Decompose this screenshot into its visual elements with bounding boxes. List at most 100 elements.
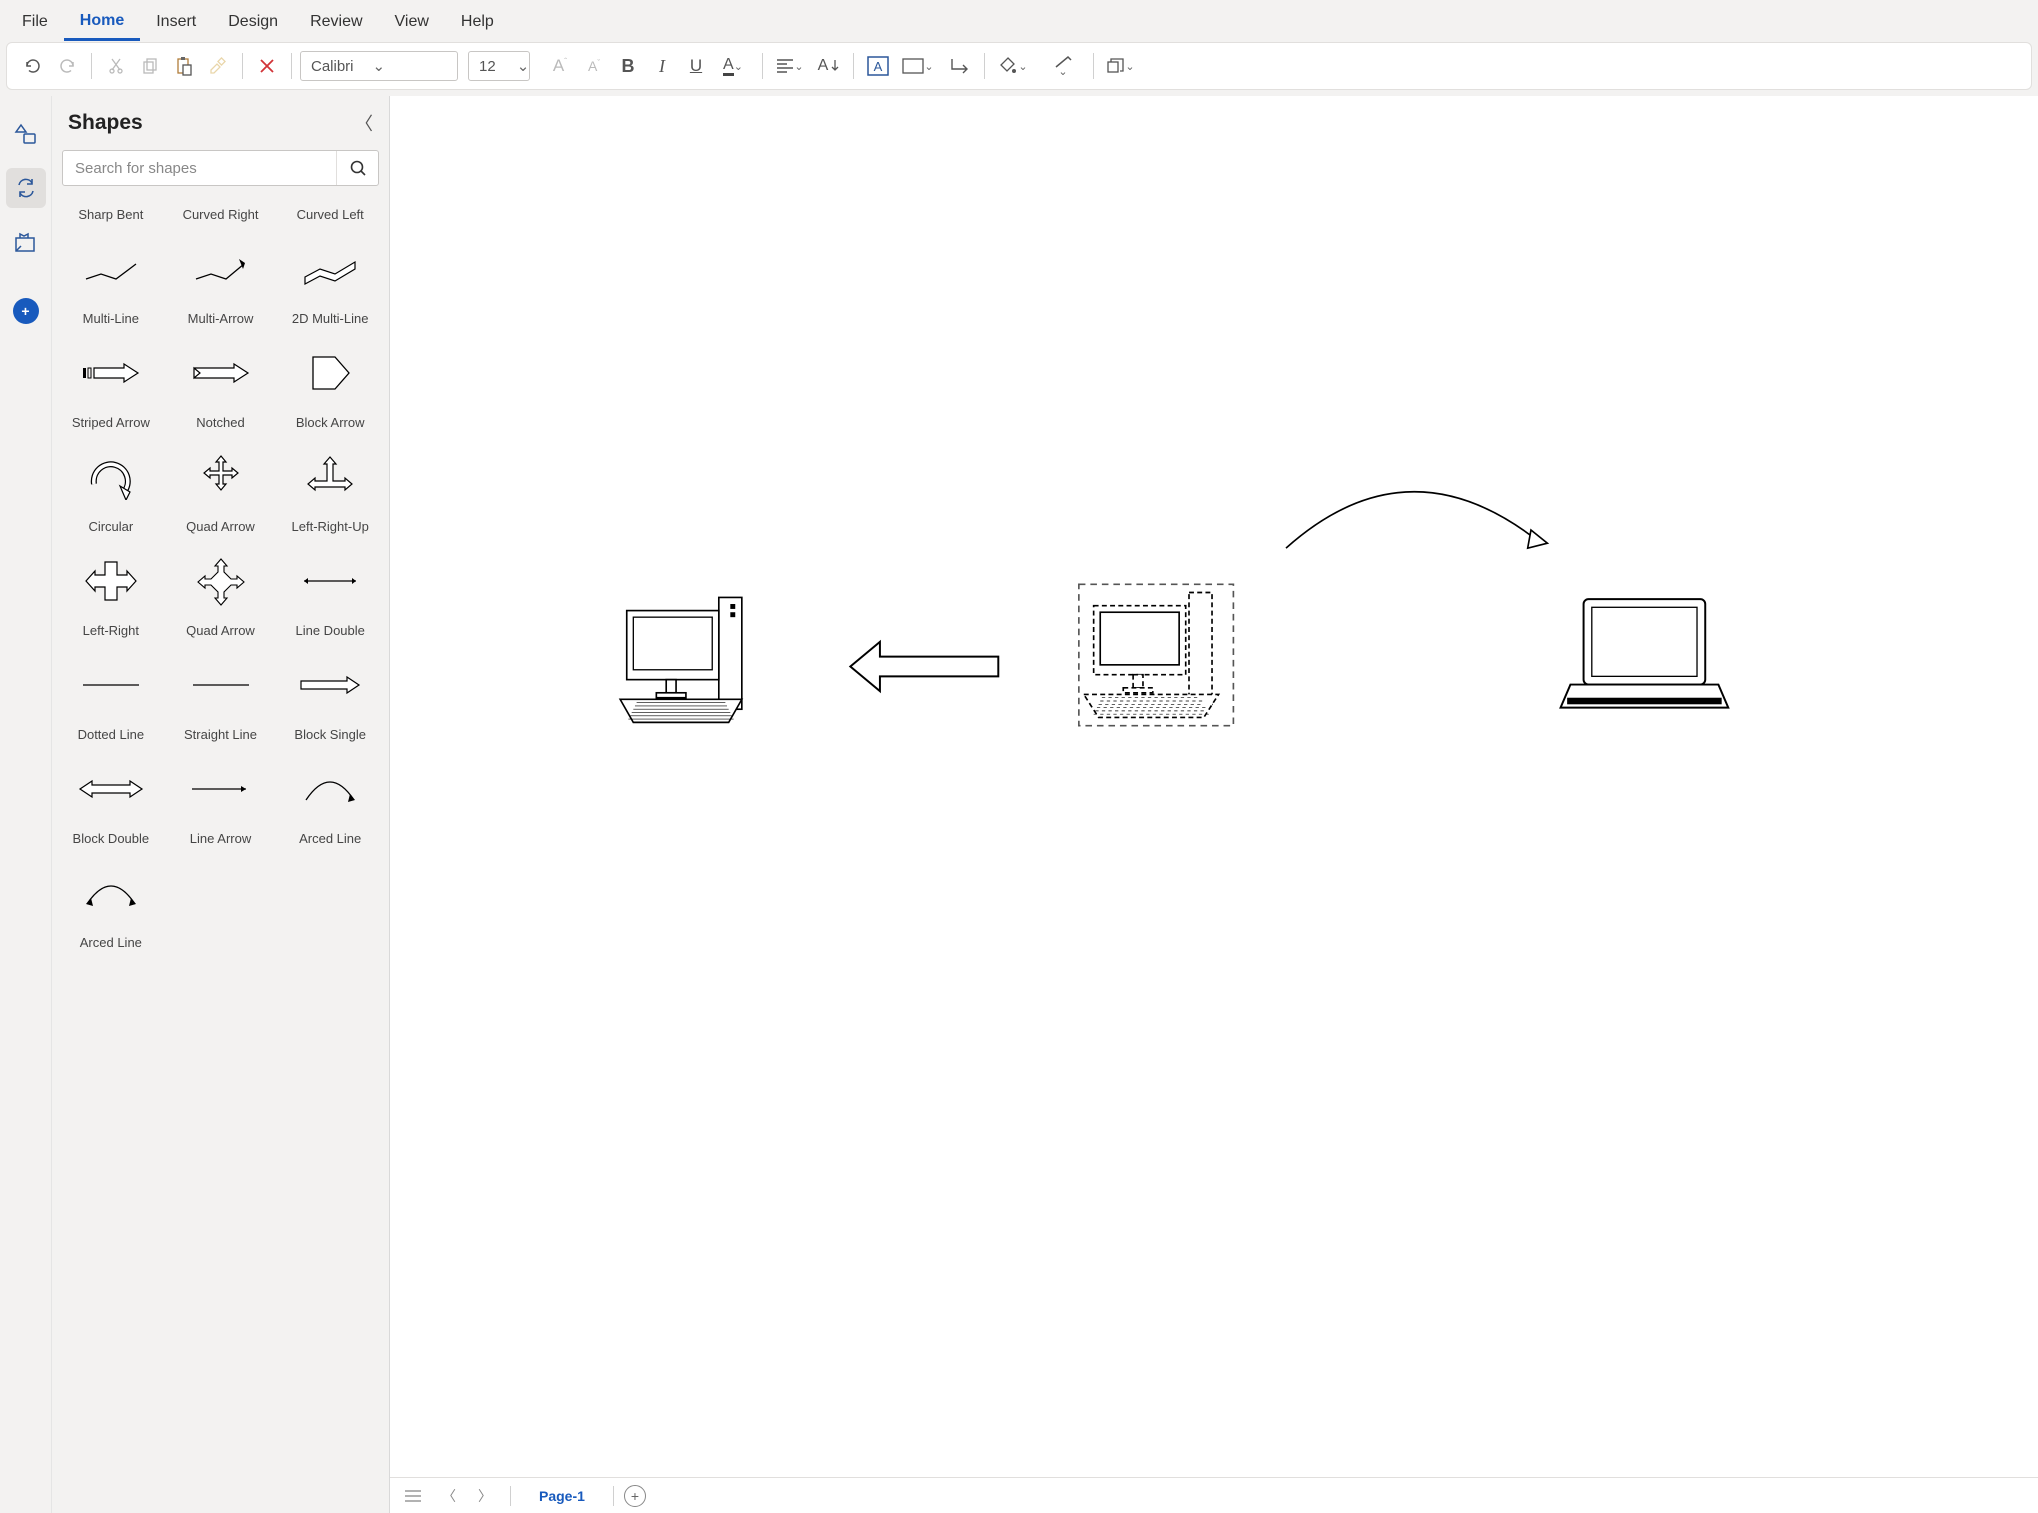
page-tab[interactable]: Page-1 [521,1488,603,1504]
chevron-down-icon: ⌄ [924,60,935,73]
shape-empty [166,850,276,954]
shape-multi-line[interactable]: Multi-Line [56,226,166,330]
separator [984,53,985,79]
canvas-shape-desktop-1[interactable] [620,597,742,722]
chevron-down-icon: ⌄ [1018,60,1029,73]
cut-button[interactable] [100,50,132,82]
svg-text:A: A [874,59,883,74]
font-size-value: 12 [469,58,506,75]
menu-home[interactable]: Home [64,2,140,41]
main-area: + Shapes 〈 Sharp Bent Curved Right Curve… [0,96,2038,1513]
shape-search [62,150,379,186]
shapes-panel: Shapes 〈 Sharp Bent Curved Right Curved … [52,96,390,1513]
shape-striped-arrow[interactable]: Striped Arrow [56,330,166,434]
canvas-area: 〈 〉 Page-1 + [390,96,2038,1513]
chevron-down-icon: ⌄ [1125,60,1136,73]
menu-view[interactable]: View [379,3,445,39]
next-page-button[interactable]: 〉 [470,1481,500,1511]
shape-straight-line[interactable]: Straight Line [166,642,276,746]
shape-sharp-bent[interactable]: Sharp Bent [56,202,166,226]
canvas-shape-arrow[interactable] [850,642,998,691]
format-painter-button[interactable] [202,50,234,82]
text-block-button[interactable]: A [862,50,894,82]
font-size-select[interactable]: 12 ⌄ [468,51,530,81]
chevron-down-icon: ⌄ [734,60,745,73]
copy-button[interactable] [134,50,166,82]
separator [510,1486,511,1506]
canvas-shape-laptop[interactable] [1561,599,1729,708]
shape-line-arrow[interactable]: Line Arrow [166,746,276,850]
drawing-canvas[interactable] [390,96,2038,1477]
menu-review[interactable]: Review [294,3,378,39]
shape-fill-button[interactable]: ⌄ [993,50,1035,82]
shape-curved-left[interactable]: Curved Left [275,202,385,226]
align-button[interactable]: ⌄ [771,50,811,82]
shape-left-right-up[interactable]: Left-Right-Up [275,434,385,538]
menu-file[interactable]: File [6,3,64,39]
bold-button[interactable]: B [612,50,644,82]
separator [762,53,763,79]
page-bar: 〈 〉 Page-1 + [390,1477,2038,1513]
shape-line-double[interactable]: Line Double [275,538,385,642]
chevron-down-icon: ⌄ [794,60,805,73]
arrange-button[interactable]: ⌄ [1102,50,1142,82]
shape-dotted-line[interactable]: Dotted Line [56,642,166,746]
shapes-panel-title: Shapes [68,111,143,135]
ribbon: Calibri ⌄ 12 ⌄ Aˆ Aˇ B I U A ⌄ ⌄ A A ⌄ [6,42,2032,90]
shape-search-button[interactable] [336,151,378,185]
delete-button[interactable] [251,50,283,82]
separator [853,53,854,79]
chevron-down-icon: ⌄ [1058,65,1069,78]
redo-button[interactable] [51,50,83,82]
shape-arced-line-2[interactable]: Arced Line [56,850,166,954]
shape-quad-arrow[interactable]: Quad Arrow [166,434,276,538]
canvas-shape-arc[interactable] [1286,492,1547,548]
rail-shapes-button[interactable] [6,114,46,154]
separator [291,53,292,79]
collapse-panel-button[interactable]: 〈 [355,110,373,136]
connector-button[interactable] [944,50,976,82]
menu-design[interactable]: Design [212,3,294,39]
font-name-select[interactable]: Calibri ⌄ [300,51,458,81]
rail-sync-button[interactable] [6,168,46,208]
separator [1093,53,1094,79]
undo-button[interactable] [17,50,49,82]
font-color-button[interactable]: A ⌄ [714,50,754,82]
fill-style-button[interactable]: ⌄ [896,50,942,82]
shape-notched[interactable]: Notched [166,330,276,434]
paste-button[interactable] [168,50,200,82]
left-rail: + [0,96,52,1513]
menu-insert[interactable]: Insert [140,3,212,39]
canvas-shape-desktop-2-selected[interactable] [1079,584,1234,725]
text-direction-button[interactable]: A [813,50,845,82]
pages-list-button[interactable] [398,1481,428,1511]
decrease-font-button[interactable]: Aˇ [578,50,610,82]
shape-multi-arrow[interactable]: Multi-Arrow [166,226,276,330]
shape-block-double[interactable]: Block Double [56,746,166,850]
line-color-button[interactable]: ⌄ [1043,50,1085,82]
italic-button[interactable]: I [646,50,678,82]
shape-quad-arrow-2[interactable]: Quad Arrow [166,538,276,642]
menu-help[interactable]: Help [445,3,510,39]
font-name-value: Calibri [301,58,364,75]
separator [91,53,92,79]
rail-add-button[interactable]: + [13,298,39,324]
shape-2d-multi-line[interactable]: 2D Multi-Line [275,226,385,330]
add-page-button[interactable]: + [624,1485,646,1507]
separator [613,1486,614,1506]
prev-page-button[interactable]: 〈 [434,1481,464,1511]
rail-stencil-button[interactable] [6,222,46,262]
shape-circular[interactable]: Circular [56,434,166,538]
shape-arced-line[interactable]: Arced Line [275,746,385,850]
shape-search-input[interactable] [63,151,336,185]
shape-curved-right[interactable]: Curved Right [166,202,276,226]
shape-block-arrow[interactable]: Block Arrow [275,330,385,434]
chevron-down-icon: ⌄ [364,57,394,75]
underline-button[interactable]: U [680,50,712,82]
shape-left-right[interactable]: Left-Right [56,538,166,642]
chevron-down-icon: ⌄ [506,57,540,75]
separator [242,53,243,79]
shape-grid: Sharp Bent Curved Right Curved Left Mult… [52,196,389,1513]
shape-block-single[interactable]: Block Single [275,642,385,746]
increase-font-button[interactable]: Aˆ [544,50,576,82]
